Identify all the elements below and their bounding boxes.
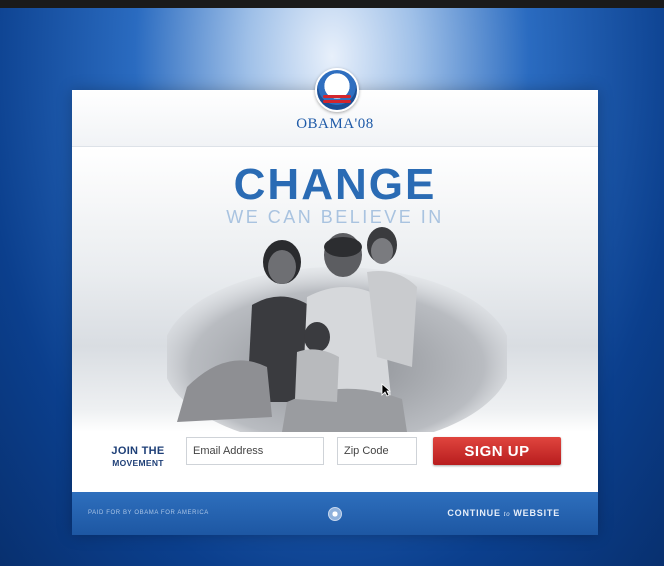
card-header: OBAMA'08 bbox=[72, 68, 598, 147]
window-top-edge bbox=[0, 0, 664, 8]
card-footer: PAID FOR BY OBAMA FOR AMERICA CONTINUE to… bbox=[72, 492, 598, 535]
website-word: WEBSITE bbox=[513, 508, 560, 518]
join-line-2: MOVEMENT bbox=[112, 458, 164, 468]
email-field[interactable] bbox=[186, 437, 324, 465]
hero-headline: CHANGE bbox=[233, 160, 437, 209]
hero-subline: WE CAN BELIEVE IN bbox=[226, 207, 444, 227]
footer-logo-icon bbox=[328, 507, 342, 521]
hero-section: CHANGE WE CAN BELIEVE IN bbox=[72, 147, 598, 432]
to-word: to bbox=[503, 512, 511, 518]
sign-up-button[interactable]: SIGN UP bbox=[433, 437, 561, 465]
join-line-1: JOIN THE bbox=[111, 445, 165, 457]
continue-word: CONTINUE bbox=[447, 508, 501, 518]
continue-to-website-link[interactable]: CONTINUE to WEBSITE bbox=[447, 508, 560, 518]
family-photo bbox=[167, 227, 507, 432]
zip-code-field[interactable] bbox=[337, 437, 417, 465]
signup-splash-card: OBAMA'08 CHANGE WE CAN BELIEVE IN JOIN T… bbox=[72, 68, 598, 535]
mouse-pointer-icon bbox=[381, 383, 391, 397]
join-movement-label: JOIN THE MOVEMENT bbox=[102, 445, 174, 469]
signup-form: JOIN THE MOVEMENT SIGN UP bbox=[72, 432, 598, 492]
brand-wordmark: OBAMA'08 bbox=[296, 116, 374, 132]
paid-for-disclaimer: PAID FOR BY OBAMA FOR AMERICA bbox=[88, 510, 209, 516]
campaign-logo-icon bbox=[315, 68, 359, 112]
